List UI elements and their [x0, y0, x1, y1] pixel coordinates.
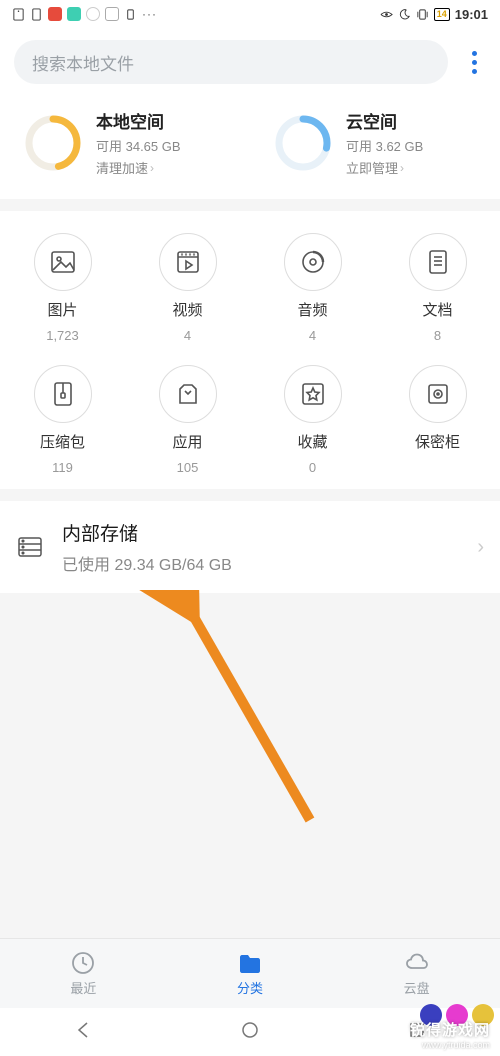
category-safe[interactable]: 保密柜 [375, 365, 500, 475]
cloud-storage-available: 可用 3.62 GB [346, 136, 423, 155]
category-archives[interactable]: 压缩包 119 [0, 365, 125, 475]
overflow-menu-button[interactable] [462, 51, 486, 74]
status-more-icon: ··· [142, 7, 157, 21]
bottom-tab-bar: 最近 分类 云盘 [0, 938, 500, 1008]
local-storage-action[interactable]: 清理加速› [96, 158, 181, 177]
vibrate-icon [416, 8, 429, 21]
category-label: 收藏 [297, 431, 327, 452]
safe-icon [409, 365, 467, 423]
storage-drive-icon [16, 533, 44, 561]
notification-icon [12, 8, 25, 21]
category-label: 文档 [422, 299, 452, 320]
local-storage-available: 可用 34.65 GB [96, 136, 181, 155]
app-badge-4-icon [105, 7, 119, 21]
category-count: 1,723 [46, 328, 79, 343]
tab-label: 分类 [237, 978, 263, 997]
tab-label: 云盘 [404, 978, 430, 997]
category-docs[interactable]: 文档 8 [375, 233, 500, 343]
status-left: ··· [12, 7, 157, 21]
battery-level: 14 [434, 8, 450, 21]
nav-back-button[interactable] [73, 1020, 93, 1045]
tab-recent[interactable]: 最近 [0, 950, 167, 997]
app-badge-1-icon [48, 7, 62, 21]
category-count: 4 [184, 328, 191, 343]
internal-storage-row[interactable]: 内部存储 已使用 29.34 GB/64 GB › [0, 501, 500, 593]
search-placeholder: 搜索本地文件 [32, 50, 134, 75]
category-images[interactable]: 图片 1,723 [0, 233, 125, 343]
search-input[interactable]: 搜索本地文件 [14, 40, 448, 84]
category-apps[interactable]: 应用 105 [125, 365, 250, 475]
category-audio[interactable]: 音频 4 [250, 233, 375, 343]
cloud-storage-action[interactable]: 立即管理› [346, 158, 423, 177]
clock-icon [70, 950, 96, 976]
chevron-right-icon: › [477, 536, 484, 559]
category-count: 105 [177, 460, 199, 475]
local-storage-card[interactable]: 本地空间 可用 34.65 GB 清理加速› [0, 108, 250, 177]
category-favorites[interactable]: 收藏 0 [250, 365, 375, 475]
audio-icon [284, 233, 342, 291]
sim-icon [30, 8, 43, 21]
local-storage-title: 本地空间 [96, 108, 181, 133]
internal-storage-title: 内部存储 [62, 519, 459, 546]
category-video[interactable]: 视频 4 [125, 233, 250, 343]
star-icon [284, 365, 342, 423]
eye-comfort-icon [380, 8, 393, 21]
image-icon [34, 233, 92, 291]
dnd-moon-icon [398, 8, 411, 21]
cloud-storage-ring-icon [274, 114, 332, 172]
folder-icon [237, 950, 263, 976]
document-icon [409, 233, 467, 291]
category-count: 8 [434, 328, 441, 343]
category-label: 视频 [172, 299, 202, 320]
battery-small-icon [124, 8, 137, 21]
status-time: 19:01 [455, 7, 488, 22]
category-count: 4 [309, 328, 316, 343]
category-label: 图片 [47, 299, 77, 320]
category-label: 音频 [297, 299, 327, 320]
tab-category[interactable]: 分类 [167, 950, 334, 997]
tab-label: 最近 [70, 978, 96, 997]
app-badge-3-icon [86, 7, 100, 21]
video-icon [159, 233, 217, 291]
archive-icon [34, 365, 92, 423]
category-label: 保密柜 [415, 431, 460, 452]
cloud-storage-title: 云空间 [346, 108, 423, 133]
internal-storage-usage: 已使用 29.34 GB/64 GB [62, 551, 459, 575]
category-label: 压缩包 [40, 431, 85, 452]
nav-recent-button[interactable] [407, 1020, 427, 1045]
category-section: 图片 1,723 视频 4 音频 4 文档 8 压缩包 119 应用 105 [0, 211, 500, 489]
local-storage-ring-icon [24, 114, 82, 172]
chevron-right-icon: › [150, 161, 154, 175]
android-nav-bar [0, 1008, 500, 1056]
annotation-arrow-icon [80, 590, 340, 850]
tab-cloud[interactable]: 云盘 [333, 950, 500, 997]
chevron-right-icon: › [400, 161, 404, 175]
storage-overview: 本地空间 可用 34.65 GB 清理加速› 云空间 可用 3.62 GB 立即… [0, 102, 500, 199]
app-badge-2-icon [67, 7, 81, 21]
category-count: 119 [52, 460, 73, 475]
apps-icon [159, 365, 217, 423]
cloud-icon [404, 950, 430, 976]
status-right: 14 19:01 [380, 7, 488, 22]
search-row: 搜索本地文件 [0, 28, 500, 102]
category-label: 应用 [172, 431, 202, 452]
cloud-storage-card[interactable]: 云空间 可用 3.62 GB 立即管理› [250, 108, 500, 177]
status-bar: ··· 14 19:01 [0, 0, 500, 28]
nav-home-button[interactable] [240, 1020, 260, 1045]
category-count: 0 [309, 460, 316, 475]
